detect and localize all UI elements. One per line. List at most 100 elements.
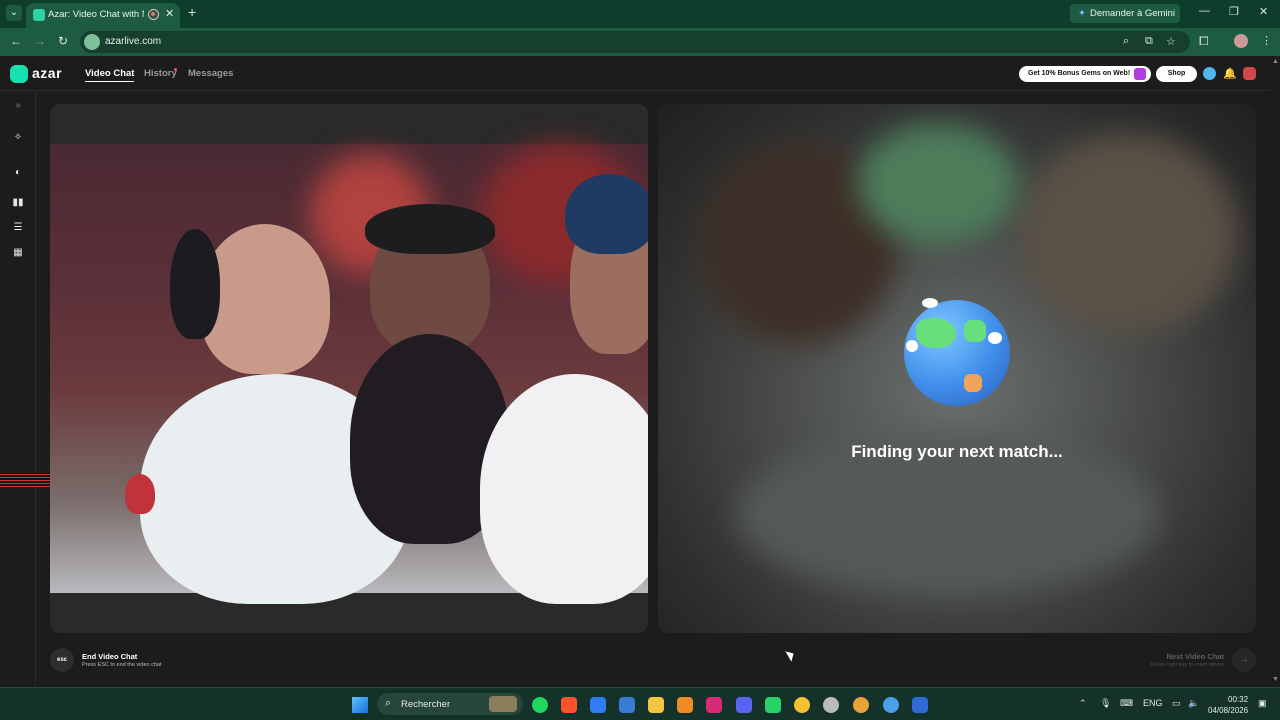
self-camera-feed [50, 144, 648, 604]
restore-icon[interactable]: ❐ [1229, 5, 1239, 18]
steam-icon[interactable] [823, 697, 839, 713]
left-toolbar: » ✧ ◐ ▮▮ ☰ ▦ [0, 91, 36, 687]
bottom-controls: esc End Video Chat Press ESC to end the … [0, 643, 1280, 687]
clock-date: 04/08/2026 [1208, 706, 1249, 715]
language-indicator[interactable]: ENG [1143, 698, 1163, 708]
azar-page: azar Video Chat History Messages Get 10%… [0, 56, 1280, 687]
keyboard-icon[interactable]: ⌨ [1120, 698, 1133, 709]
tab-search-icon[interactable]: ⌄ [6, 5, 22, 21]
scroll-down-icon[interactable]: ▼ [1272, 676, 1279, 683]
expand-icon[interactable]: » [11, 99, 25, 113]
layout-stacked-icon[interactable]: ☰ [11, 221, 25, 235]
bonus-gems-button[interactable]: Get 10% Bonus Gems on Web! [1019, 66, 1151, 82]
site-info-icon[interactable] [84, 34, 100, 50]
more-menu-icon[interactable]: ⋮ [1261, 34, 1272, 47]
azar-favicon-icon [33, 9, 45, 21]
bell-icon[interactable]: 🔔 [1223, 67, 1237, 80]
close-tab-icon[interactable]: ✕ [165, 7, 174, 20]
gems-icon[interactable] [1203, 67, 1216, 80]
layout-grid-icon[interactable]: ▦ [11, 246, 25, 260]
azar-logo-text[interactable]: azar [32, 65, 62, 81]
discord-icon[interactable] [736, 697, 752, 713]
scroll-up-icon[interactable]: ▲ [1272, 58, 1279, 65]
minimize-icon[interactable]: — [1199, 5, 1210, 17]
land-shape [964, 374, 982, 392]
tray-overflow-icon[interactable]: ⌃ [1079, 698, 1087, 709]
next-video-chat-button[interactable]: → [1232, 648, 1256, 672]
address-bar-row: ← → ↻ azarlive.com ⌕ ⧉ ☆ ⧠ [0, 28, 1280, 56]
cloud-shape [922, 298, 938, 308]
cloud-shape [988, 332, 1002, 344]
gemini-button[interactable]: ✦ Demander à Gemini [1070, 4, 1180, 23]
new-tab-button[interactable]: + [188, 4, 196, 20]
shop-button[interactable]: Shop [1156, 66, 1197, 82]
clock-time: 00:32 [1228, 695, 1249, 704]
promo-label: Get 10% Bonus Gems on Web! [1028, 70, 1131, 77]
chrome-icon[interactable] [794, 697, 810, 713]
partner-video-panel: Finding your next match... [658, 104, 1256, 633]
azar-logo-icon[interactable] [10, 65, 28, 83]
bookmark-star-icon[interactable]: ☆ [1166, 35, 1176, 48]
goggles [565, 174, 648, 254]
windows-start-icon[interactable] [352, 697, 368, 713]
cloud-shape [906, 340, 918, 352]
gemini-icon: ✦ [1078, 8, 1086, 19]
back-icon[interactable]: ← [10, 34, 22, 48]
network-icon[interactable]: ▭ [1172, 698, 1181, 709]
volume-icon[interactable]: 🔈 [1188, 698, 1199, 709]
file-explorer-icon[interactable] [648, 697, 664, 713]
instagram-icon[interactable] [706, 697, 722, 713]
blurred-shape [858, 124, 1018, 244]
address-bar[interactable]: azarlive.com ⌕ ⧉ ☆ [80, 31, 1190, 53]
browser-tab[interactable]: Azar: Video Chat with New ✕ [26, 3, 180, 28]
end-video-chat-button[interactable]: esc [50, 648, 74, 672]
gemini-label: Demander à Gemini [1089, 8, 1175, 19]
gift-icon [1134, 68, 1146, 80]
magic-wand-icon[interactable]: ✧ [11, 131, 25, 145]
nav-history[interactable]: History [144, 68, 177, 79]
whatsapp-icon[interactable] [765, 697, 781, 713]
windows-taskbar: ⌕ Rechercher ⌃ 🎙 ⌨ ENG ▭ 🔈 00:32 04/08/2… [0, 687, 1280, 720]
reload-icon[interactable]: ↻ [58, 34, 68, 48]
store-icon[interactable] [619, 697, 635, 713]
microphone-icon[interactable]: 🎙 [1100, 698, 1111, 709]
spotify-icon[interactable] [532, 697, 548, 713]
nav-messages[interactable]: Messages [188, 68, 233, 79]
chrome-profile-icon[interactable] [853, 697, 869, 713]
layout-side-by-side-icon[interactable]: ▮▮ [11, 196, 25, 210]
shop-label: Shop [1167, 70, 1186, 77]
end-video-chat-hint: Press ESC to end the video chat [82, 662, 162, 668]
end-video-chat-title: End Video Chat [82, 652, 138, 661]
next-video-chat-hint: Press right key to meet others [1150, 662, 1224, 668]
page-scrollbar[interactable]: ▲ ▼ [1270, 56, 1280, 687]
land-shape [964, 320, 986, 342]
nav-video-chat[interactable]: Video Chat [85, 68, 135, 82]
top-navigation: azar Video Chat History Messages Get 10%… [0, 56, 1280, 91]
taskbar-search[interactable]: ⌕ Rechercher [377, 693, 523, 715]
search-placeholder: Rechercher [401, 699, 451, 710]
clock[interactable]: 00:32 04/08/2026 [1208, 694, 1248, 716]
install-app-icon[interactable]: ⧉ [1145, 35, 1153, 48]
vlc-icon[interactable] [677, 697, 693, 713]
history-notification-dot [174, 68, 177, 71]
recording-icon [148, 9, 159, 20]
close-window-icon[interactable]: ✕ [1259, 5, 1268, 18]
globe-icon [904, 298, 1010, 406]
land-shape [916, 318, 956, 348]
brave-icon[interactable] [561, 697, 577, 713]
headset [170, 229, 220, 339]
forward-icon[interactable]: → [34, 34, 46, 48]
filter-icon[interactable]: ◐ [11, 166, 25, 180]
next-video-chat-title: Next Video Chat [1166, 652, 1224, 661]
user-avatar[interactable] [1243, 67, 1256, 80]
remote-desktop-icon[interactable] [912, 697, 928, 713]
zoom-icon[interactable]: ⌕ [1123, 35, 1129, 48]
url-text: azarlive.com [105, 36, 162, 47]
extensions-icon[interactable]: ⧠ [1199, 34, 1209, 49]
search-icon: ⌕ [385, 697, 392, 709]
defender-icon[interactable] [590, 697, 606, 713]
cap [365, 204, 495, 254]
chrome-active-icon[interactable] [883, 697, 899, 713]
profile-avatar[interactable] [1234, 34, 1248, 48]
notification-icon[interactable]: ▣ [1258, 698, 1267, 709]
